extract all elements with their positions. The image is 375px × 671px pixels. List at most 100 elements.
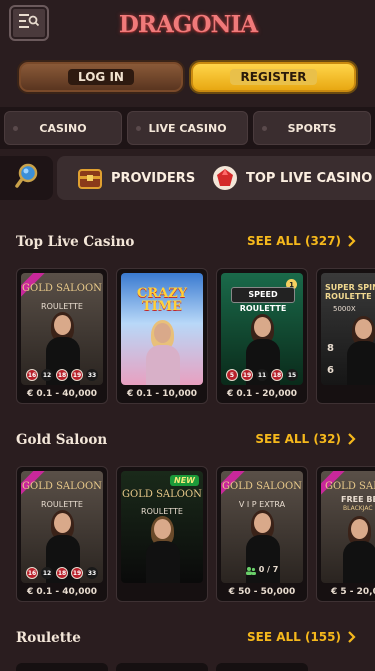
seats-count: 0 / 7 — [258, 565, 279, 574]
tab-live-casino[interactable]: LIVE CASINO — [127, 111, 248, 145]
section-title: Gold Saloon — [16, 432, 108, 448]
register-button[interactable]: REGISTER — [191, 62, 356, 92]
tab-label: SPORTS — [287, 121, 337, 135]
recent-results: 5 19 11 18 15 — [221, 369, 303, 381]
game-thumbnail: 1 SPEED ROULETTE 5 19 11 18 15 — [221, 273, 303, 385]
top-live-casino-filter[interactable]: TOP LIVE CASINO — [212, 156, 372, 200]
game-thumbnail: SUPER SPIN ROULETTE 5000X 8 6 — [321, 273, 375, 385]
game-title: CRAZY TIME — [136, 286, 187, 314]
result-ball: 16 — [26, 567, 38, 579]
result-ball: 12 — [41, 567, 53, 579]
recent-results: 16 12 18 19 33 — [21, 567, 103, 579]
game-subtitle: 5000X — [333, 305, 356, 313]
game-subtitle: V I P EXTRA — [238, 500, 286, 509]
category-filters: PROVIDERS TOP LIVE CASINO — [57, 156, 375, 200]
result-ball: 18 — [271, 369, 283, 381]
recent-results: 16 12 18 19 33 — [21, 369, 103, 381]
result-ball: 11 — [256, 369, 268, 381]
game-thumbnail: NEW GOLD SALOON ROULETTE — [121, 471, 203, 583]
magnifier-icon — [14, 163, 39, 193]
result-ball: 19 — [71, 567, 83, 579]
game-subtitle: ROULETTE — [141, 507, 183, 516]
roulette-number: 8 — [327, 343, 334, 354]
game-title: GOLD SALOON — [22, 481, 102, 492]
top-bar: DRAGONIA — [0, 0, 375, 50]
game-title: SPEED ROULETTE — [231, 287, 295, 313]
chevron-right-icon — [348, 235, 356, 247]
section-title: Top Live Casino — [16, 234, 135, 250]
result-ball: 18 — [56, 567, 68, 579]
top-live-casino-label: TOP LIVE CASINO — [246, 170, 373, 186]
game-card-gold-saloon-vip-extra[interactable]: GOLD SALOON V I P EXTRA 0 / 7 € 50 - 50,… — [216, 466, 308, 602]
dealer-image — [146, 516, 180, 583]
see-all-link[interactable]: SEE ALL (327) — [247, 234, 356, 248]
see-all-link[interactable]: SEE ALL (155) — [247, 630, 356, 644]
ruby-icon — [212, 165, 238, 191]
game-thumbnail: GOLD SALOON V I P EXTRA 0 / 7 — [221, 471, 303, 583]
result-ball: 16 — [26, 369, 38, 381]
bet-limit: € 0.1 - 40,000 — [26, 587, 98, 597]
see-all-label: SEE ALL (155) — [247, 630, 341, 644]
section-title: Roulette — [16, 630, 81, 646]
game-title: GOLD SALOON — [22, 283, 102, 294]
game-title: GOLD SAL — [325, 481, 375, 492]
bet-limit: € 0.1 - 10,000 — [126, 389, 198, 399]
bet-limit: € 5 - 20,0 — [331, 587, 375, 597]
tab-label: LIVE CASINO — [148, 121, 227, 135]
bet-limit: € 50 - 50,000 — [228, 587, 296, 597]
game-card-gold-saloon-roulette-new[interactable]: NEW GOLD SALOON ROULETTE — [116, 466, 208, 602]
game-title: GOLD SALOON — [222, 481, 302, 492]
auth-buttons: LOG IN REGISTER — [0, 62, 375, 94]
game-card[interactable] — [16, 663, 108, 671]
game-card-gold-saloon-free-bet-blackjack[interactable]: GOLD SAL FREE BE BLACKJAC € 5 - 20,0 — [316, 466, 375, 602]
game-card-gold-saloon-roulette[interactable]: GOLD SALOON ROULETTE 16 12 18 19 33 € 0.… — [16, 466, 108, 602]
game-card[interactable] — [116, 663, 208, 671]
game-row-gold-saloon: GOLD SALOON ROULETTE 16 12 18 19 33 € 0.… — [0, 466, 375, 606]
tab-casino[interactable]: CASINO — [4, 111, 122, 145]
bet-limit: € 0.1 - 40,000 — [26, 389, 98, 399]
chevron-right-icon — [348, 433, 356, 445]
see-all-label: SEE ALL (327) — [247, 234, 341, 248]
tab-dot-icon — [136, 126, 141, 131]
game-subtitle: ROULETTE — [41, 500, 83, 509]
result-ball: 18 — [56, 369, 68, 381]
filter-bar: PROVIDERS TOP LIVE CASINO — [0, 153, 375, 200]
game-title: SUPER SPIN ROULETTE — [325, 283, 375, 301]
game-card[interactable] — [216, 663, 308, 671]
seats-info: 0 / 7 — [221, 560, 303, 579]
section-header-top-live-casino: Top Live Casino SEE ALL (327) — [0, 231, 375, 255]
game-subtitle: ROULETTE — [41, 302, 83, 311]
register-label: REGISTER — [230, 69, 317, 85]
game-thumbnail: GOLD SAL FREE BE BLACKJAC — [321, 471, 375, 583]
section-header-roulette: Roulette SEE ALL (155) — [0, 627, 375, 651]
dealer-image — [347, 316, 375, 385]
main-nav: CASINO LIVE CASINO SPORTS — [0, 107, 375, 149]
search-button[interactable] — [0, 156, 53, 200]
dragonia-logo[interactable]: DRAGONIA — [119, 8, 258, 40]
tab-sports[interactable]: SPORTS — [253, 111, 371, 145]
section-header-gold-saloon: Gold Saloon SEE ALL (32) — [0, 429, 375, 453]
game-title: GOLD SALOON — [122, 489, 202, 500]
result-ball: 15 — [286, 369, 298, 381]
game-card-gold-saloon-roulette[interactable]: GOLD SALOON ROULETTE 16 12 18 19 33 € 0.… — [16, 268, 108, 404]
dealer-image — [343, 516, 375, 583]
menu-button[interactable] — [9, 5, 49, 41]
see-all-label: SEE ALL (32) — [255, 432, 341, 446]
game-card-crazy-time[interactable]: CRAZY TIME € 0.1 - 10,000 — [116, 268, 208, 404]
providers-filter[interactable]: PROVIDERS — [77, 156, 195, 200]
host-image — [146, 320, 180, 385]
result-ball: 12 — [41, 369, 53, 381]
chevron-right-icon — [348, 631, 356, 643]
game-subtitle-2: BLACKJAC — [343, 505, 373, 512]
login-button[interactable]: LOG IN — [19, 62, 183, 92]
game-card-super-spin-roulette[interactable]: SUPER SPIN ROULETTE 5000X 8 6 — [316, 268, 375, 404]
tab-label: CASINO — [39, 121, 87, 135]
game-thumbnail: CRAZY TIME — [121, 273, 203, 385]
see-all-link[interactable]: SEE ALL (32) — [255, 432, 356, 446]
new-badge: NEW — [170, 475, 199, 486]
tab-dot-icon — [13, 126, 18, 131]
game-row-top-live-casino: GOLD SALOON ROULETTE 16 12 18 19 33 € 0.… — [0, 268, 375, 408]
game-thumbnail: GOLD SALOON ROULETTE 16 12 18 19 33 — [21, 471, 103, 583]
result-ball: 19 — [241, 369, 253, 381]
game-card-speed-roulette[interactable]: 1 SPEED ROULETTE 5 19 11 18 15 € 0.1 - 2… — [216, 268, 308, 404]
